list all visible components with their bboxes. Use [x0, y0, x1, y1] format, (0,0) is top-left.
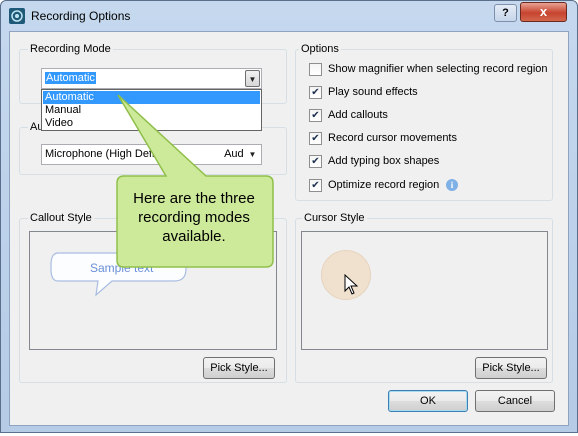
audio-device-value: Microphone (High Defin Aud	[45, 148, 244, 160]
chevron-down-icon[interactable]: ▼	[245, 70, 260, 87]
tutorial-callout-text: Here are the three recording modes avail…	[133, 190, 255, 245]
option-label: Play sound effects	[328, 86, 418, 98]
callout-pick-style-button[interactable]: Pick Style...	[203, 357, 275, 379]
option-label: Record cursor movements	[328, 132, 457, 144]
dropdown-item-video[interactable]: Video	[43, 117, 260, 130]
sample-callout-text: Sample text	[90, 261, 154, 275]
option-label: Add typing box shapes	[328, 155, 440, 167]
info-icon[interactable]: i	[446, 179, 458, 191]
option-record-cursor[interactable]: ✔ Record cursor movements	[309, 131, 549, 147]
checkbox[interactable]: ✔	[309, 132, 322, 145]
checkbox[interactable]: ✔	[309, 86, 322, 99]
audio-device-text: Microphone (High Defin	[45, 148, 161, 160]
recording-mode-value: Automatic	[45, 72, 96, 84]
help-button[interactable]: ?	[494, 4, 517, 22]
audio-device-select[interactable]: Microphone (High Defin Aud ▼	[41, 144, 262, 165]
option-optimize-region[interactable]: ✔ Optimize record region	[309, 178, 449, 194]
cursor-style-label: Cursor Style	[302, 212, 367, 224]
checkbox[interactable]: ✔	[309, 179, 322, 192]
checkbox[interactable]: ✔	[309, 109, 322, 122]
option-show-magnifier[interactable]: Show magnifier when selecting record reg…	[309, 62, 549, 78]
audio-device-text-tail: Aud	[224, 148, 244, 160]
app-icon	[9, 8, 25, 24]
option-label: Show magnifier when selecting record reg…	[328, 63, 548, 75]
option-typing-box[interactable]: ✔ Add typing box shapes	[309, 154, 549, 170]
dropdown-item-automatic[interactable]: Automatic	[43, 91, 260, 104]
cursor-pick-style-button[interactable]: Pick Style...	[475, 357, 547, 379]
checkbox[interactable]: ✔	[309, 155, 322, 168]
dropdown-item-manual[interactable]: Manual	[43, 104, 260, 117]
cursor-arrow-icon	[344, 273, 359, 299]
chevron-down-icon[interactable]: ▼	[245, 146, 260, 163]
title-bar[interactable]: Recording Options ? x	[1, 1, 577, 31]
recording-mode-dropdown: Automatic Manual Video	[41, 89, 262, 131]
close-button[interactable]: x	[520, 2, 567, 22]
sample-callout: Sample text	[50, 252, 190, 303]
option-play-sound[interactable]: ✔ Play sound effects	[309, 85, 549, 101]
checkbox[interactable]	[309, 63, 322, 76]
ok-button[interactable]: OK	[388, 390, 468, 412]
cancel-button[interactable]: Cancel	[475, 390, 555, 412]
recording-mode-label: Recording Mode	[28, 43, 113, 55]
option-add-callouts[interactable]: ✔ Add callouts	[309, 108, 549, 124]
window-title: Recording Options	[31, 9, 131, 23]
option-label: Optimize record region	[328, 179, 440, 191]
option-label: Add callouts	[328, 109, 388, 121]
close-icon: x	[539, 4, 548, 19]
recording-mode-select[interactable]: Automatic ▼	[41, 68, 262, 89]
options-label: Options	[299, 43, 341, 55]
callout-style-label: Callout Style	[28, 212, 94, 224]
